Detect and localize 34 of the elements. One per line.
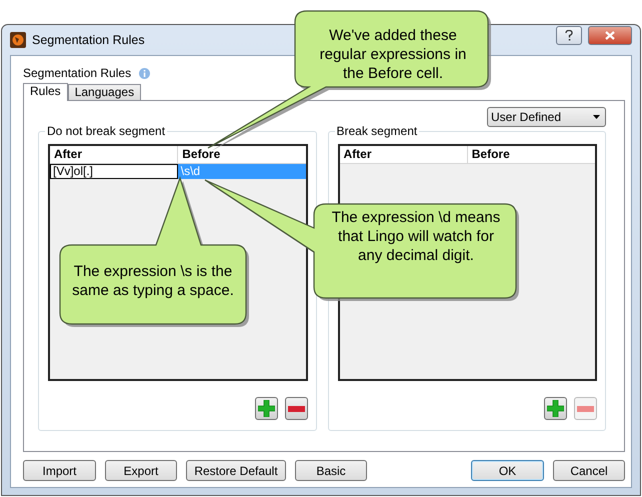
callout-text: The expression \d means that Lingo will watch for any decimal digit. (330, 208, 502, 265)
dialog-button[interactable]: Import (23, 460, 96, 481)
tab[interactable]: Languages (68, 84, 142, 100)
group-title: Break segment (334, 124, 420, 138)
window-title: Segmentation Rules (32, 32, 145, 49)
help-button[interactable] (556, 26, 582, 44)
tab[interactable]: Rules (23, 83, 68, 101)
mode-dropdown[interactable]: User Defined (487, 107, 606, 127)
cell-editor[interactable]: [Vv]ol[.] (50, 164, 178, 179)
column-header: After (342, 146, 373, 163)
app-icon (10, 32, 26, 48)
close-button[interactable] (588, 26, 632, 44)
help-icon (565, 30, 573, 41)
section-label: Segmentation Rules (23, 65, 132, 82)
dialog-button[interactable]: Basic (295, 460, 367, 481)
column-header: Before (466, 146, 595, 163)
dialog-button[interactable]: Export (105, 460, 177, 481)
dialog-button[interactable]: Restore Default (186, 460, 286, 481)
group-title: Do not break segment (45, 124, 168, 138)
plus-icon (258, 400, 274, 417)
plus-icon (547, 400, 564, 417)
add-button[interactable] (544, 397, 567, 420)
close-icon (605, 30, 615, 40)
dialog-button[interactable]: Cancel (553, 460, 625, 481)
dropdown-arrow-icon (593, 115, 600, 119)
minus-icon (577, 406, 594, 412)
add-button[interactable] (254, 397, 278, 420)
remove-button[interactable] (284, 397, 308, 420)
table-cell: \s\d (178, 164, 306, 179)
minus-icon (288, 406, 304, 412)
callout-text: We've added these regular expressions in the Before cell. (318, 26, 468, 83)
column-header: After (53, 146, 84, 163)
callout-text: The expression \s is the same as typing a space. (71, 262, 235, 300)
dialog-button[interactable]: OK (471, 460, 544, 481)
